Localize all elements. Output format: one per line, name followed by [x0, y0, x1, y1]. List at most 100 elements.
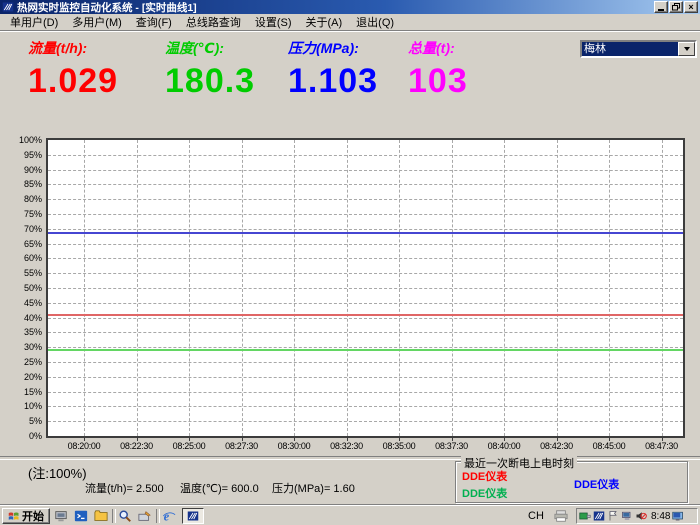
x-axis-tick-label: 08:27:30 [215, 441, 269, 451]
dde-instrument-label: DDE仪表 [462, 468, 507, 484]
quicklaunch-search-button[interactable] [116, 508, 134, 524]
h-gridline [48, 392, 683, 393]
readout-value: 1.029 [28, 62, 118, 101]
title-bar: 热网实时监控自动化系统 - [实时曲线1] × [0, 0, 700, 14]
y-axis-tick-label: 80% [0, 194, 42, 204]
system-tray: 8:48 [576, 508, 698, 524]
h-gridline [48, 155, 683, 156]
windows-logo-icon [8, 510, 20, 522]
quicklaunch-show-desktop-button[interactable] [136, 508, 154, 524]
y-axis-tick-label: 95% [0, 150, 42, 160]
app-task-button[interactable] [182, 508, 204, 524]
quicklaunch-folder-button[interactable] [92, 508, 110, 524]
svg-text:e: e [164, 509, 170, 523]
y-axis-tick-label: 45% [0, 298, 42, 308]
footer-divider [0, 456, 700, 460]
tray-clock: 8:48 [651, 511, 670, 522]
quicklaunch-workstation-button[interactable] [52, 508, 70, 524]
printer-tray-button[interactable] [550, 508, 572, 524]
workstation-icon [54, 509, 68, 523]
menu-item[interactable]: 退出(Q) [349, 13, 401, 31]
restore-icon [672, 3, 681, 11]
h-gridline [48, 288, 683, 289]
h-gridline [48, 214, 683, 215]
menu-item[interactable]: 总线路查询 [179, 13, 248, 31]
h-gridline [48, 199, 683, 200]
y-axis-tick-label: 35% [0, 327, 42, 337]
menu-item[interactable]: 单用户(D) [3, 13, 65, 31]
h-gridline [48, 229, 683, 230]
minimize-button[interactable] [654, 1, 668, 13]
x-axis-tick-label: 08:20:00 [57, 441, 111, 451]
network-icon[interactable] [579, 510, 591, 522]
flag-icon[interactable] [607, 510, 619, 522]
y-axis-tick-label: 50% [0, 283, 42, 293]
h-gridline [48, 184, 683, 185]
display-icon[interactable] [672, 510, 684, 522]
full-scale-item: 流量(t/h)= 2.500 [85, 480, 164, 496]
y-axis-tick-label: 20% [0, 372, 42, 382]
scale-note: (注:100%) [28, 463, 87, 482]
v-gridline [609, 140, 610, 436]
restore-button[interactable] [669, 1, 683, 13]
dde-instrument-label: DDE仪表 [574, 476, 619, 492]
y-axis-tick-label: 60% [0, 253, 42, 263]
h-gridline [48, 273, 683, 274]
y-axis-tick-label: 85% [0, 179, 42, 189]
x-axis-tick-label: 08:32:30 [320, 441, 374, 451]
quicklaunch-ie-button[interactable]: e [160, 508, 178, 524]
v-gridline [347, 140, 348, 436]
y-axis-tick-label: 30% [0, 342, 42, 352]
start-button[interactable]: 开始 [2, 508, 50, 524]
station-combobox[interactable]: 梅林 [580, 40, 697, 58]
menu-item[interactable]: 关于(A) [299, 13, 350, 31]
y-axis-tick-label: 5% [0, 416, 42, 426]
h-gridline [48, 362, 683, 363]
readout-label: 流量(t/h): [28, 38, 87, 58]
search-icon [118, 509, 132, 523]
y-axis-tick-label: 25% [0, 357, 42, 367]
quicklaunch-terminal-button[interactable] [72, 508, 90, 524]
v-gridline [242, 140, 243, 436]
v-gridline [557, 140, 558, 436]
y-axis-tick-label: 0% [0, 431, 42, 441]
x-axis-tick-label: 08:30:00 [267, 441, 321, 451]
input-language-indicator[interactable]: CH [528, 510, 544, 522]
app-icon [187, 510, 199, 522]
ie-icon: e [162, 509, 176, 523]
menu-item[interactable]: 多用户(M) [65, 13, 129, 31]
menu-bar: 单用户(D)多用户(M)查询(F)总线路查询设置(S)关于(A)退出(Q) [0, 14, 700, 31]
x-axis-tick-label: 08:25:00 [162, 441, 216, 451]
h-gridline [48, 244, 683, 245]
app-icon[interactable] [593, 510, 605, 522]
readout-value: 1.103 [288, 62, 378, 101]
y-axis-tick-label: 100% [0, 135, 42, 145]
menu-item[interactable]: 设置(S) [248, 13, 299, 31]
series-line-流量(t/h) [48, 314, 683, 316]
h-gridline [48, 421, 683, 422]
readout-label: 温度(℃): [165, 38, 224, 58]
combobox-dropdown-button[interactable] [678, 42, 695, 56]
readout-value: 180.3 [165, 62, 255, 101]
h-gridline [48, 406, 683, 407]
menu-item[interactable]: 查询(F) [129, 13, 179, 31]
volume-muted-icon[interactable] [635, 510, 647, 522]
y-axis-tick-label: 15% [0, 387, 42, 397]
computer-icon[interactable] [621, 510, 633, 522]
dde-instrument-label: DDE仪表 [462, 485, 507, 501]
x-axis-tick-label: 08:42:30 [530, 441, 584, 451]
h-gridline [48, 170, 683, 171]
x-axis-tick-label: 08:37:30 [425, 441, 479, 451]
h-gridline [48, 377, 683, 378]
series-line-压力(MPa) [48, 232, 683, 234]
y-axis-tick-label: 75% [0, 209, 42, 219]
v-gridline [189, 140, 190, 436]
v-gridline [137, 140, 138, 436]
power-event-panel: 最近一次断电上电时刻 DDE仪表DDE仪表DDE仪表 [455, 461, 688, 503]
start-button-label: 开始 [22, 508, 44, 524]
app-icon [2, 1, 14, 13]
x-axis-tick-label: 08:40:00 [477, 441, 531, 451]
v-gridline [399, 140, 400, 436]
h-gridline [48, 303, 683, 304]
close-button[interactable]: × [684, 1, 698, 13]
